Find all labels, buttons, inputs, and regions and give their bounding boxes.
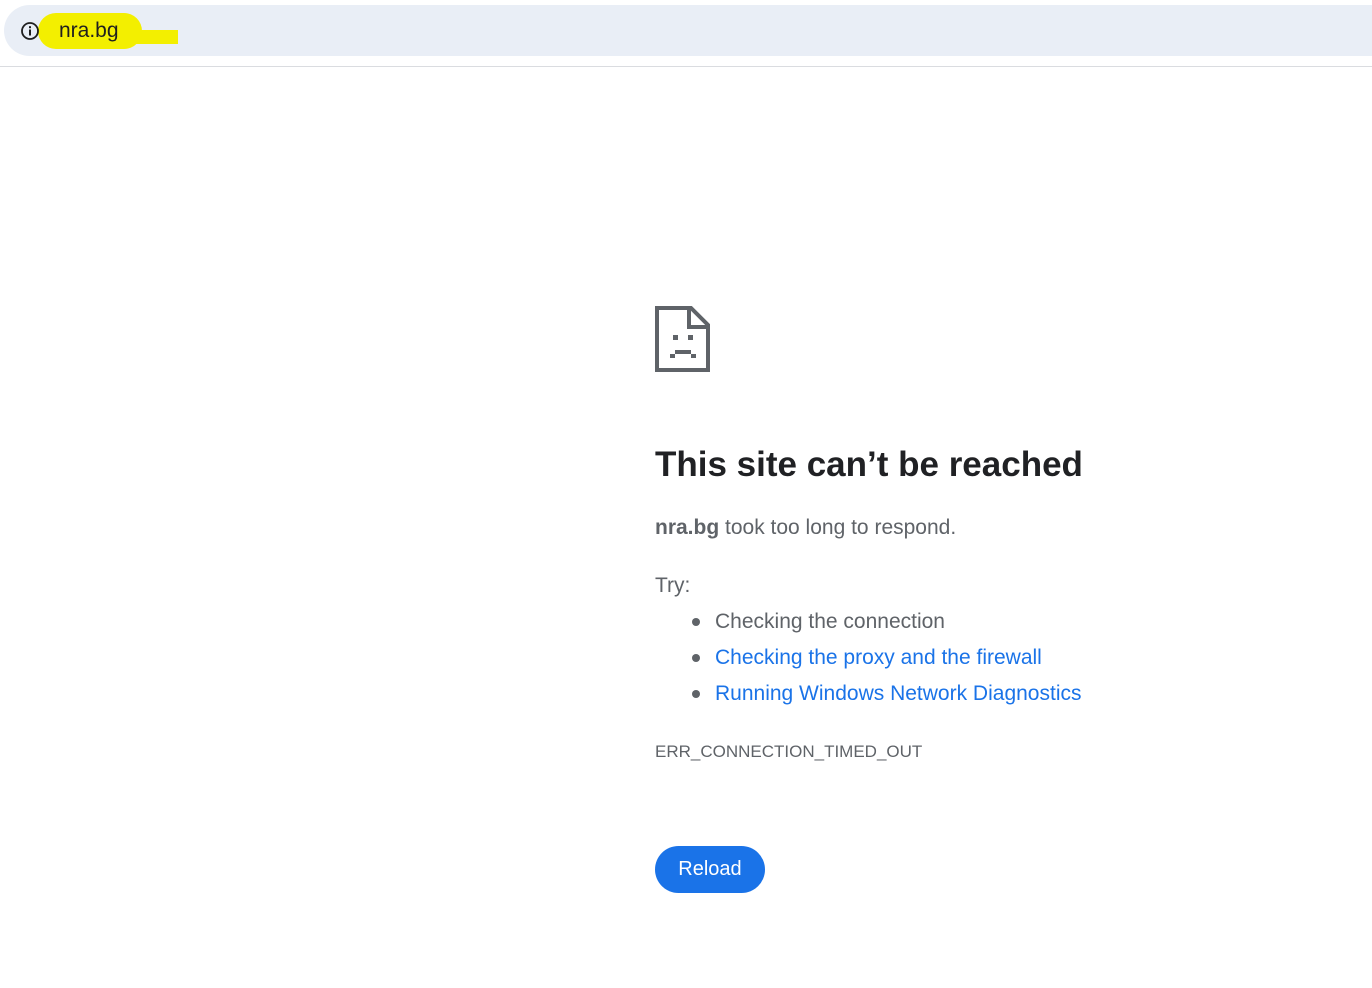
list-item: Running Windows Network Diagnostics	[655, 676, 1082, 712]
list-item: Checking the proxy and the firewall	[655, 640, 1082, 676]
browser-toolbar: nra.bg	[0, 0, 1372, 67]
suggestions-list: Checking the connection Checking the pro…	[655, 604, 1082, 712]
highlight-mark-tail	[128, 30, 178, 44]
bullet-icon	[692, 690, 700, 698]
proxy-firewall-link[interactable]: Checking the proxy and the firewall	[715, 646, 1042, 669]
url-text[interactable]: nra.bg	[59, 18, 119, 44]
error-title: This site can’t be reached	[655, 445, 1083, 484]
error-host: nra.bg	[655, 516, 720, 539]
try-label: Try:	[655, 574, 691, 597]
bullet-icon	[692, 618, 700, 626]
bullet-icon	[692, 654, 700, 662]
address-bar[interactable]	[4, 5, 1372, 56]
list-item: Checking the connection	[655, 604, 1082, 640]
network-diagnostics-link[interactable]: Running Windows Network Diagnostics	[715, 682, 1082, 705]
info-icon[interactable]	[20, 21, 40, 41]
suggestion-check-connection: Checking the connection	[715, 610, 945, 633]
error-summary-text: took too long to respond.	[719, 516, 957, 539]
error-summary: nra.bg took too long to respond.	[655, 514, 956, 542]
sad-document-icon	[655, 306, 710, 372]
reload-button[interactable]: Reload	[655, 846, 765, 893]
error-code: ERR_CONNECTION_TIMED_OUT	[655, 742, 923, 761]
